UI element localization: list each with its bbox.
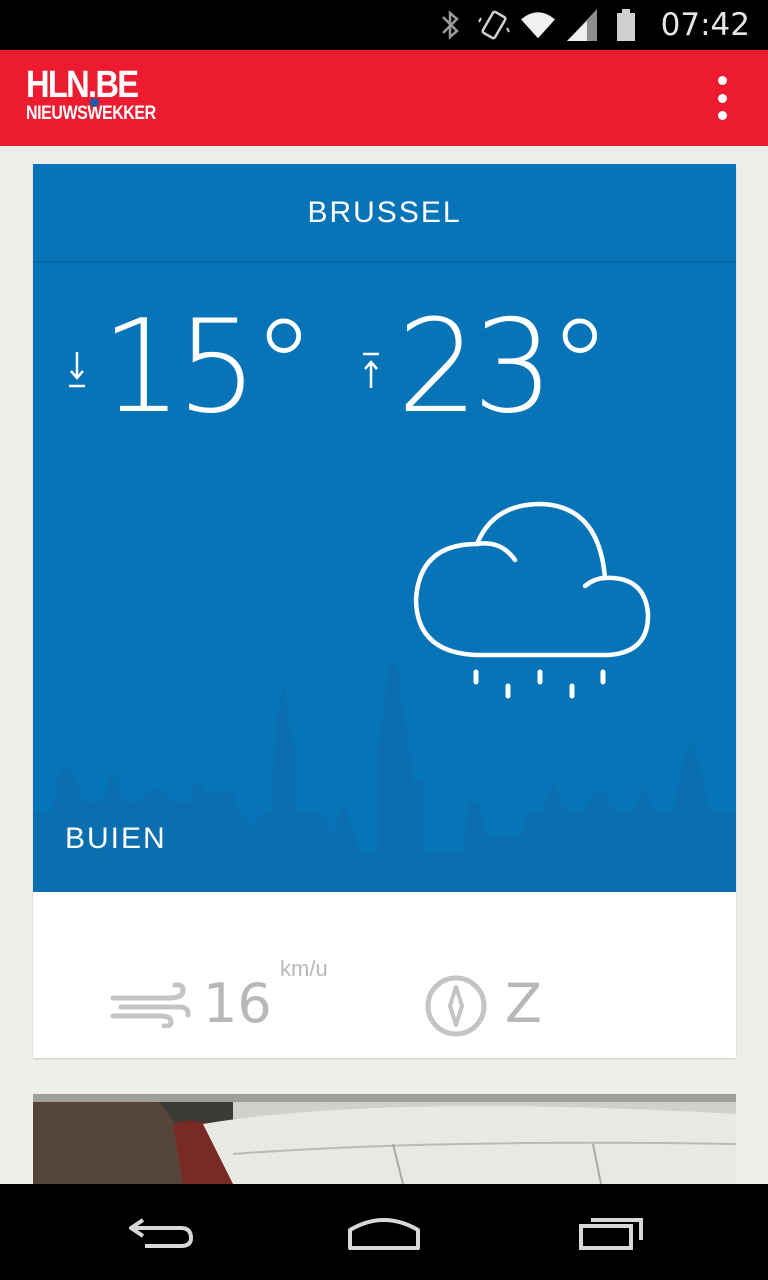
max-temperature: 23° — [397, 293, 612, 442]
weather-panel: BRUSSEL 15° 23° BUIEN — [33, 164, 736, 892]
status-bar: 07:42 — [0, 0, 768, 50]
logo-dot — [90, 98, 99, 107]
weather-card[interactable]: BRUSSEL 15° 23° BUIEN 16 km/u Z — [33, 164, 736, 1058]
weather-condition: BUIEN — [65, 822, 167, 855]
bluetooth-icon — [433, 8, 467, 42]
home-icon — [348, 1218, 420, 1250]
status-time: 07:42 — [660, 7, 750, 43]
wind-unit: km/u — [280, 956, 328, 981]
home-button[interactable] — [344, 1208, 424, 1256]
overflow-menu-icon[interactable] — [712, 76, 732, 120]
hln-logo[interactable]: HLN.BE NIEUWSWEKKER — [26, 64, 156, 128]
vibrate-icon — [477, 8, 511, 42]
wind-icon — [110, 982, 191, 1028]
cell-signal-icon — [565, 8, 599, 42]
wind-info-row: 16 km/u Z — [33, 892, 736, 1058]
news-photo-card[interactable] — [33, 1094, 736, 1184]
news-photo-image — [33, 1094, 736, 1184]
city-name: BRUSSEL — [33, 164, 736, 262]
compass-icon — [425, 975, 487, 1037]
max-temp-arrow-icon — [363, 352, 379, 388]
recents-button[interactable] — [570, 1208, 650, 1256]
min-temperature: 15° — [101, 293, 316, 442]
min-temp-arrow-icon — [69, 352, 85, 388]
battery-icon — [609, 8, 643, 42]
wifi-icon — [520, 8, 555, 42]
wind-speed: 16 — [203, 972, 272, 1035]
app-bar: HLN.BE NIEUWSWEKKER — [0, 50, 768, 146]
back-button[interactable] — [120, 1208, 200, 1256]
logo-subtitle: NIEUWSWEKKER — [26, 103, 156, 124]
recents-icon — [579, 1218, 643, 1250]
logo-title: HLN.BE — [26, 64, 139, 106]
cloud-rain-icon — [413, 501, 651, 699]
navigation-bar — [0, 1184, 768, 1280]
back-icon — [129, 1218, 193, 1248]
wind-direction: Z — [505, 972, 542, 1035]
